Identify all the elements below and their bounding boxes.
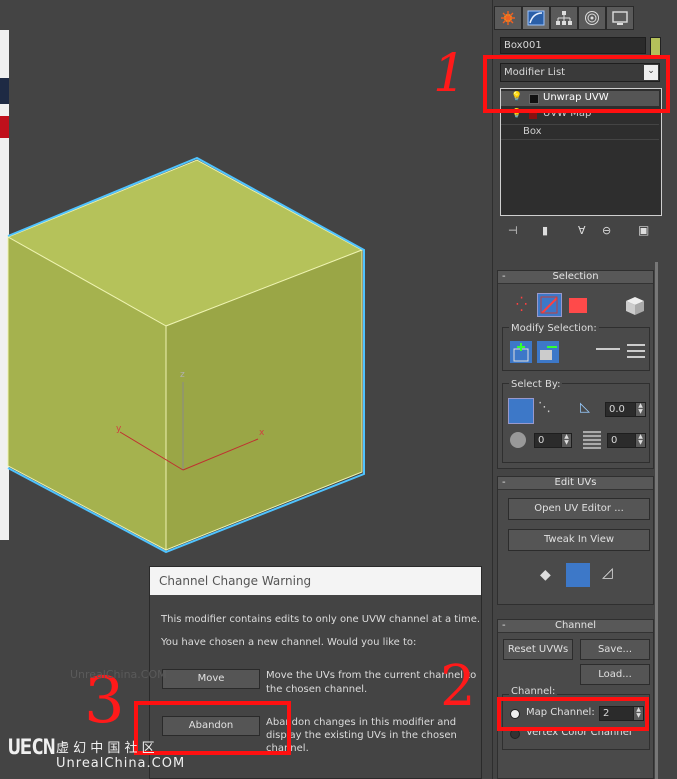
spinner-right[interactable]: 0 ▲ ▼ (607, 433, 646, 448)
tweak-in-view-button[interactable]: Tweak In View (508, 529, 650, 551)
stack-item-label: Box (523, 126, 542, 137)
polygon-select-icon[interactable] (569, 298, 587, 313)
selection-rollout-header[interactable]: - Selection (498, 271, 653, 284)
spinner-value: 0 (538, 435, 545, 446)
dialog-message-2: You have chosen a new channel. Would you… (161, 637, 417, 648)
modify-selection-label: Modify Selection: (509, 323, 599, 334)
align-icon[interactable]: ◿ (602, 565, 613, 581)
abandon-description-2: display the existing UVs in the chosen (266, 730, 457, 741)
display-icon (612, 11, 628, 25)
element-select-icon[interactable] (624, 295, 644, 315)
make-unique-icon[interactable]: ∀ (578, 224, 586, 237)
panel-divider (492, 0, 493, 779)
planar-angle-spinner[interactable]: 0.0 ▲ ▼ (605, 402, 646, 417)
pin-stack-icon[interactable]: ⊣ (508, 224, 518, 237)
ignore-backfacing-icon[interactable]: ⋱ (538, 400, 551, 415)
open-uv-editor-button[interactable]: Open UV Editor ... (508, 498, 650, 520)
edit-uvs-rollout-header[interactable]: - Edit UVs (498, 477, 653, 490)
object-name-field[interactable]: Box001 (500, 37, 646, 54)
rollout-title: Channel (554, 620, 597, 631)
modify-icon (527, 10, 545, 26)
selection-rollout: - Selection ⁛ Modify Selection: Select By… (497, 270, 654, 469)
load-button[interactable]: Load... (580, 664, 650, 685)
modify-tab[interactable] (522, 6, 550, 30)
abandon-description-1: Abandon changes in this modifier and (266, 717, 457, 728)
y-axis-label: y (116, 424, 122, 434)
select-by-element-icon[interactable] (508, 398, 534, 424)
move-button[interactable]: Move (162, 669, 260, 689)
spinner-value: 0 (611, 435, 618, 446)
annotation-number-2: 2 (440, 654, 476, 719)
grow-selection-icon[interactable] (510, 341, 532, 363)
move-description-2: the chosen channel. (266, 684, 368, 695)
motion-icon (585, 11, 599, 25)
spinner-left[interactable]: 0 ▲ ▼ (534, 433, 572, 448)
spinner-value: 0.0 (609, 404, 625, 415)
display-tab[interactable] (606, 6, 634, 30)
show-end-result-icon[interactable]: ▮ (542, 224, 548, 237)
edge-select-icon[interactable] (537, 293, 562, 317)
loop-selection-icon[interactable] (596, 348, 620, 350)
hierarchy-tab[interactable] (550, 6, 578, 30)
grid-select-icon[interactable] (583, 431, 601, 449)
soft-selection-icon[interactable] (510, 432, 526, 448)
tweak-uvw-icon[interactable] (566, 563, 590, 587)
edit-uvs-rollout: - Edit UVs Open UV Editor ... Tweak In Vi… (497, 476, 654, 605)
stack-toolbar: ⊣ ▮ ∀ ⊖ ▣ (500, 222, 660, 240)
dialog-message-1: This modifier contains edits to only one… (161, 614, 481, 625)
watermark-chinese: 虚 幻 中 国 社 区 (56, 741, 155, 756)
watermark-logo: UECN (8, 735, 56, 759)
annotation-box-3 (134, 701, 291, 755)
rollout-title: Edit UVs (554, 477, 597, 488)
annotation-box-2 (497, 697, 649, 731)
x-axis-label: x (259, 428, 265, 438)
panel-scrollbar[interactable] (655, 262, 658, 779)
z-axis-label: z (180, 370, 185, 380)
object-color-swatch[interactable] (650, 37, 661, 56)
annotation-box-1 (483, 55, 670, 113)
planar-angle-icon[interactable]: ◺ (580, 400, 590, 415)
watermark-url: UnrealChina.COM (56, 756, 186, 771)
reset-uvws-button[interactable]: Reset UVWs (503, 639, 573, 660)
remove-modifier-icon[interactable]: ⊖ (602, 224, 611, 237)
vertex-select-icon[interactable]: ⁛ (516, 297, 527, 313)
save-button[interactable]: Save... (580, 639, 650, 660)
create-tab[interactable] (494, 6, 522, 30)
motion-tab[interactable] (578, 6, 606, 30)
dialog-title: Channel Change Warning (150, 567, 481, 595)
channel-group-label: Channel: (509, 686, 558, 697)
rollout-title: Selection (552, 271, 599, 282)
configure-modifier-sets-icon[interactable]: ▣ (638, 223, 649, 237)
shrink-selection-icon[interactable] (537, 341, 559, 363)
hierarchy-icon (556, 11, 572, 25)
annotation-number-1: 1 (433, 44, 467, 104)
watermark-text: UnrealChina.COM (70, 668, 167, 681)
quick-planar-map-icon[interactable]: ◆ (540, 567, 551, 583)
stack-item-box[interactable]: Box (501, 124, 659, 139)
ring-selection-icon[interactable] (625, 341, 647, 363)
create-icon (501, 11, 515, 25)
select-by-label: Select By: (509, 379, 563, 390)
channel-rollout-header[interactable]: - Channel (498, 620, 653, 633)
